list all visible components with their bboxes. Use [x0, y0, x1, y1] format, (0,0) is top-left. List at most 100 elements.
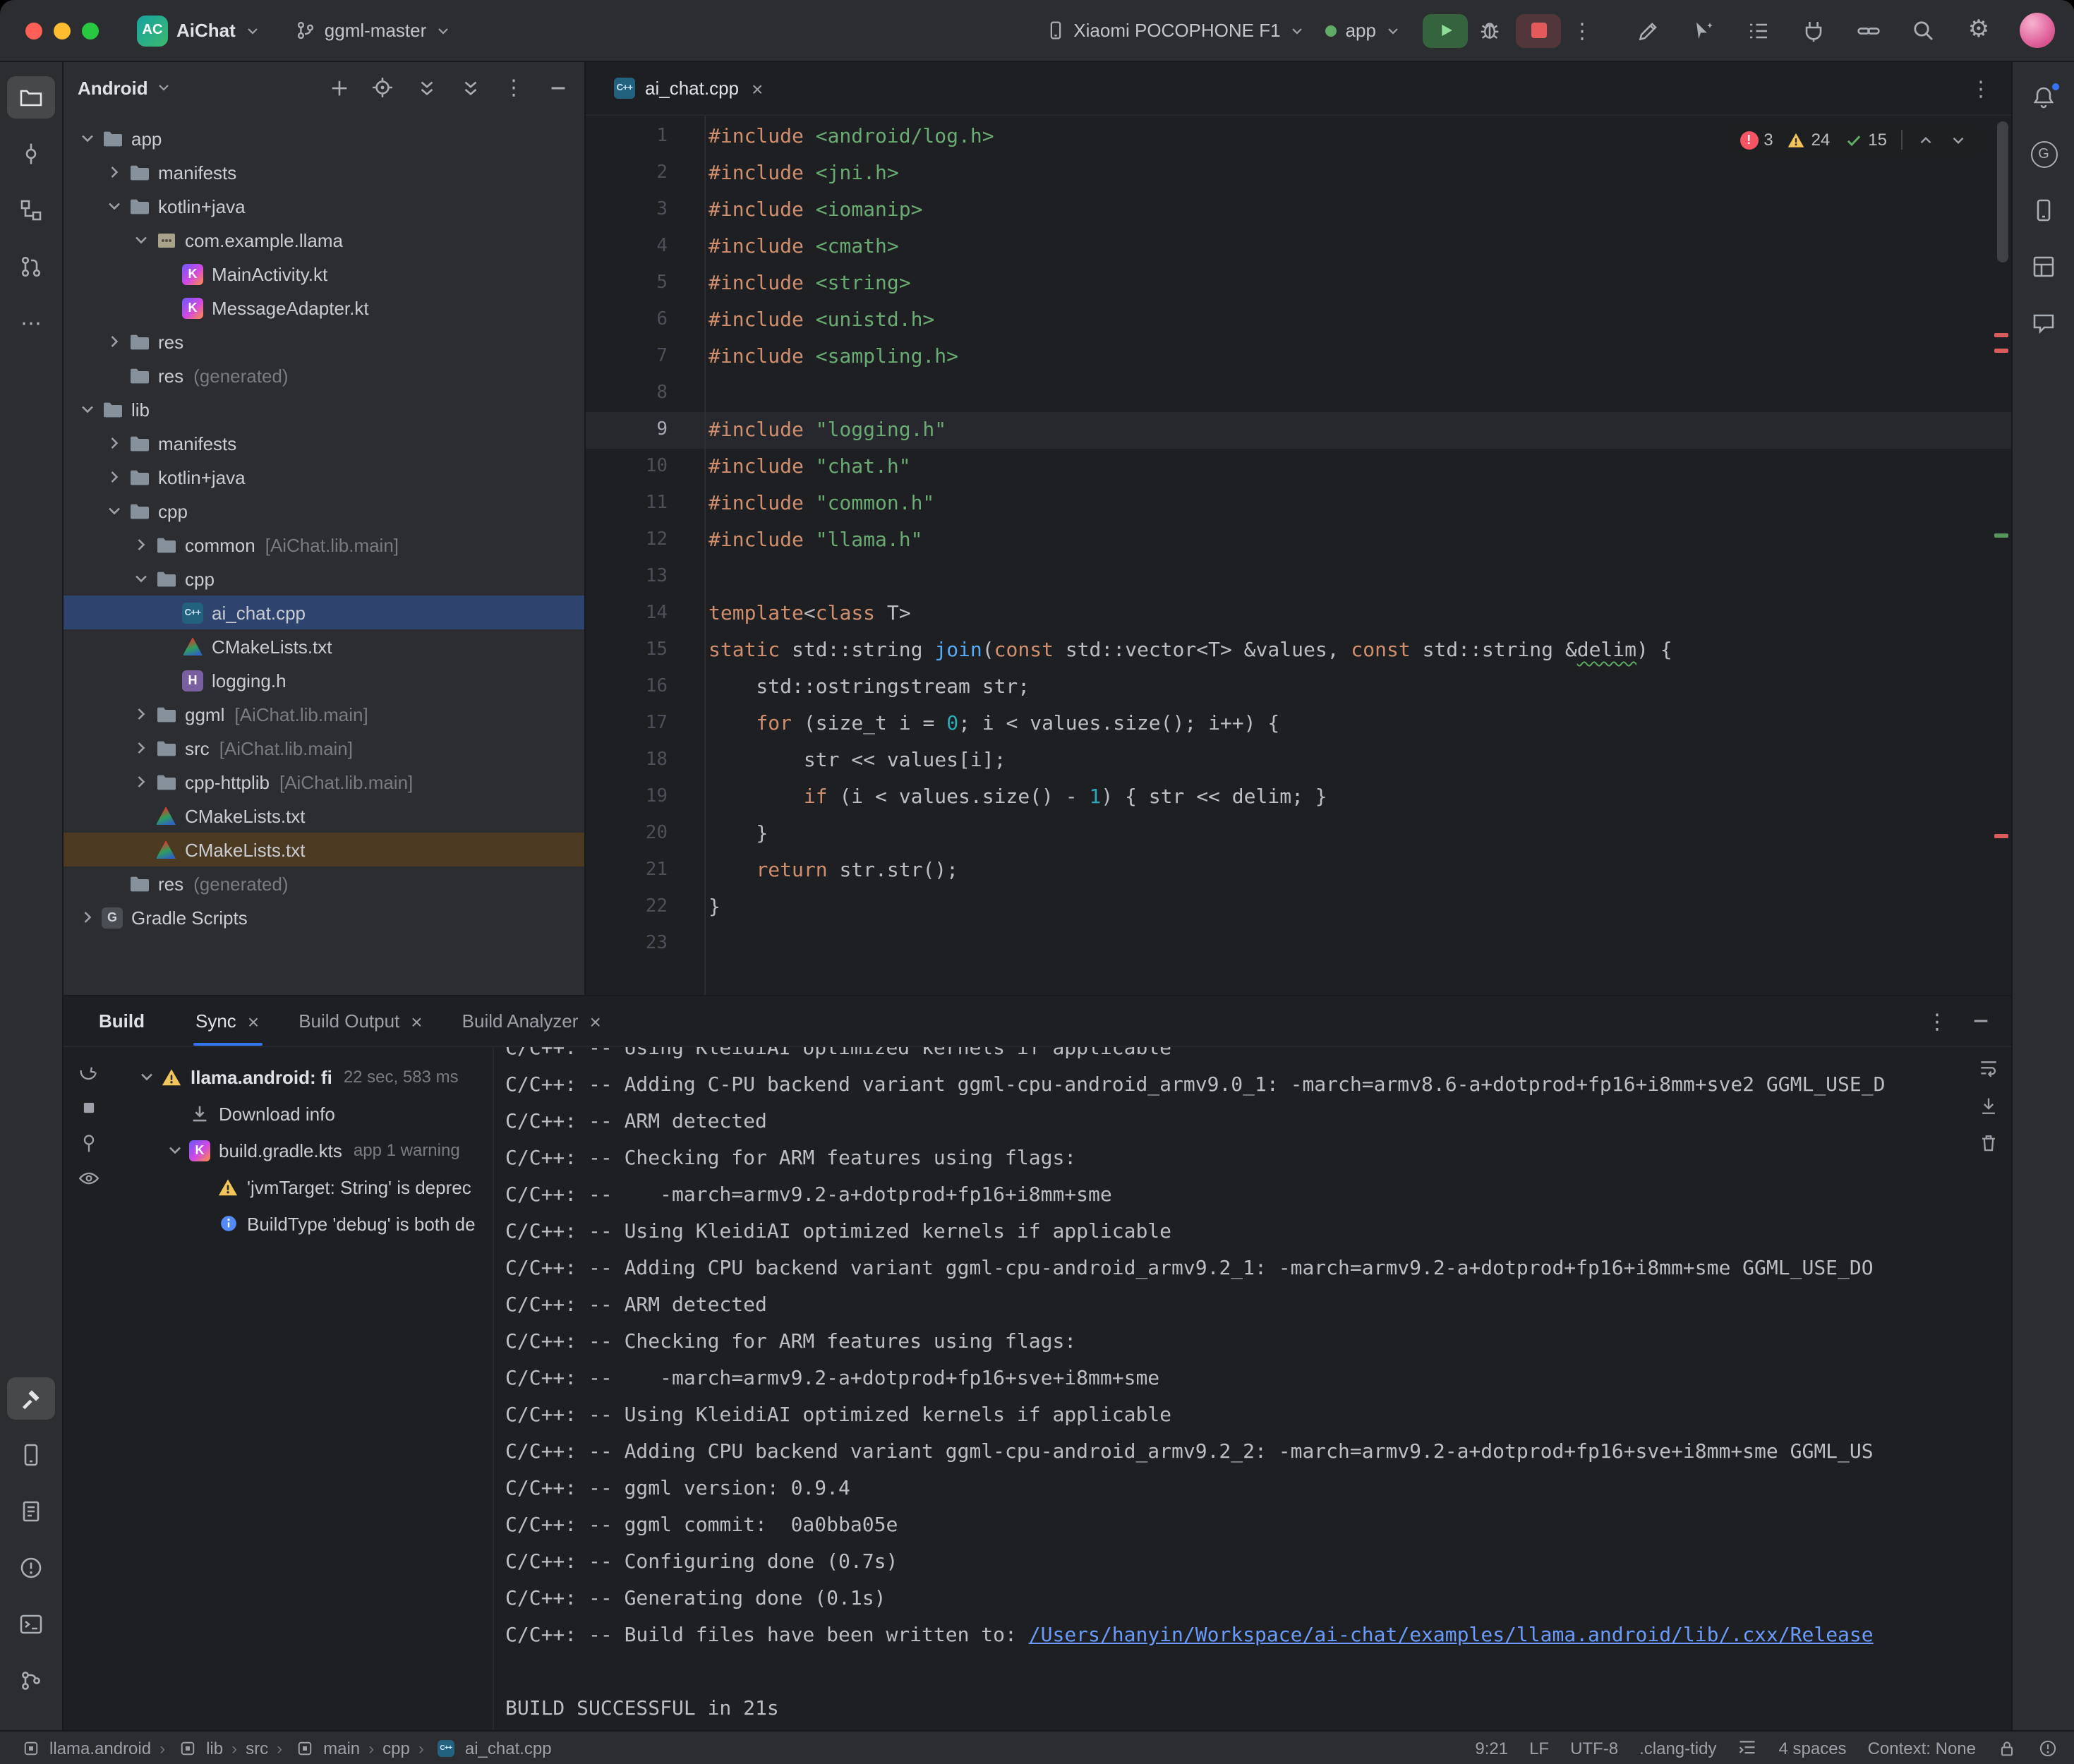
- code-line-22[interactable]: 22}: [586, 889, 2011, 926]
- breadcrumb-item-ai-chat-cpp[interactable]: C++ai_chat.cpp: [433, 1736, 552, 1759]
- project-widget[interactable]: AC AiChat: [127, 9, 271, 52]
- run-configuration-selector[interactable]: app: [1316, 14, 1411, 47]
- gradle-tool-icon[interactable]: G: [2020, 133, 2068, 175]
- more-options-icon[interactable]: ⋮: [501, 75, 526, 100]
- tree-item-lib[interactable]: lib: [64, 392, 584, 426]
- expand-all-icon[interactable]: [414, 75, 439, 100]
- problems-tool-icon[interactable]: [7, 1547, 55, 1589]
- build-tree-item[interactable]: Download info: [114, 1095, 493, 1132]
- caret-position[interactable]: 9:21: [1475, 1738, 1508, 1758]
- build-tree-item[interactable]: llama.android: fi22 sec, 583 ms: [114, 1058, 493, 1095]
- more-run-actions-button[interactable]: ⋮: [1561, 13, 1603, 47]
- indent-style[interactable]: 4 spaces: [1779, 1738, 1847, 1758]
- hide-panel-icon[interactable]: [1970, 1010, 1991, 1032]
- chevron-right-icon[interactable]: [128, 737, 152, 759]
- build-panel-title[interactable]: Build: [99, 1010, 145, 1032]
- chevron-down-icon[interactable]: [162, 1139, 186, 1161]
- device-selector[interactable]: Xiaomi POCOPHONE F1: [1035, 14, 1315, 47]
- build-tab-build-analyzer[interactable]: Build Analyzer×: [445, 996, 618, 1046]
- tree-item-gradle-scripts[interactable]: GGradle Scripts: [64, 900, 584, 934]
- tree-item-messageadapter-kt[interactable]: KMessageAdapter.kt: [64, 291, 584, 325]
- code-line-8[interactable]: 8: [586, 375, 2011, 412]
- code-line-7[interactable]: 7#include <sampling.h>: [586, 339, 2011, 375]
- close-tab-icon[interactable]: ×: [411, 1010, 422, 1032]
- error-stripe-mark[interactable]: [1994, 333, 2008, 337]
- tree-item-app[interactable]: app: [64, 121, 584, 155]
- code-editor[interactable]: 1#include <android/log.h>2#include <jni.…: [586, 116, 2011, 995]
- build-tab-sync[interactable]: Sync×: [179, 996, 276, 1046]
- tree-item-kotlin-java[interactable]: kotlin+java: [64, 460, 584, 494]
- commit-tool-icon[interactable]: [7, 133, 55, 175]
- code-line-10[interactable]: 10#include "chat.h": [586, 449, 2011, 485]
- logcat-tool-icon[interactable]: [7, 1490, 55, 1533]
- code-line-18[interactable]: 18 str << values[i];: [586, 742, 2011, 779]
- tree-item-cpp[interactable]: cpp: [64, 562, 584, 596]
- chevron-right-icon[interactable]: [128, 533, 152, 556]
- error-stripe-mark[interactable]: [1994, 349, 2008, 353]
- task-list-icon[interactable]: [1744, 16, 1773, 44]
- locate-file-icon[interactable]: [370, 75, 395, 100]
- scroll-to-end-icon[interactable]: [1977, 1095, 2000, 1118]
- tab-options-icon[interactable]: ⋮: [1970, 75, 1991, 101]
- warning-count[interactable]: 24: [1787, 130, 1831, 150]
- more-tool-windows-icon[interactable]: ⋯: [7, 302, 55, 344]
- tree-item-ggml[interactable]: ggml[AiChat.lib.main]: [64, 697, 584, 731]
- breadcrumb-item-src[interactable]: src: [246, 1738, 268, 1758]
- close-tab-icon[interactable]: ×: [248, 1010, 259, 1032]
- chevron-down-icon[interactable]: [102, 500, 126, 522]
- error-count[interactable]: !3: [1740, 130, 1773, 150]
- chevron-right-icon[interactable]: [128, 703, 152, 725]
- tree-item-manifests[interactable]: manifests: [64, 155, 584, 189]
- more-options-icon[interactable]: ⋮: [1927, 1008, 1948, 1034]
- soft-wrap-icon[interactable]: [1977, 1058, 2000, 1081]
- status-info-icon[interactable]: [2038, 1738, 2058, 1758]
- vcs-branch-widget[interactable]: ggml-master: [285, 14, 462, 47]
- code-line-4[interactable]: 4#include <cmath>: [586, 229, 2011, 265]
- tree-item-kotlin-java[interactable]: kotlin+java: [64, 189, 584, 223]
- build-tree-item[interactable]: 'jvmTarget: String' is deprec: [114, 1168, 493, 1205]
- settings-gear-icon[interactable]: ⚙: [1965, 16, 1993, 44]
- code-line-15[interactable]: 15static std::string join(const std::vec…: [586, 632, 2011, 669]
- code-line-13[interactable]: 13: [586, 559, 2011, 596]
- close-tab-icon[interactable]: ×: [752, 77, 763, 99]
- tree-item-cmakelists-txt[interactable]: CMakeLists.txt: [64, 833, 584, 866]
- code-line-21[interactable]: 21 return str.str();: [586, 852, 2011, 889]
- breadcrumb-item-lib[interactable]: lib: [174, 1736, 223, 1759]
- version-control-tool-icon[interactable]: [7, 1660, 55, 1702]
- tree-item-ai-chat-cpp[interactable]: C++ai_chat.cpp: [64, 596, 584, 629]
- tree-item-cmakelists-txt[interactable]: CMakeLists.txt: [64, 629, 584, 663]
- console-file-link[interactable]: /Users/hanyin/Workspace/ai-chat/examples…: [1029, 1624, 1874, 1647]
- chevron-right-icon[interactable]: [102, 161, 126, 183]
- clear-console-icon[interactable]: [1977, 1132, 2000, 1154]
- lock-icon[interactable]: [1997, 1738, 2017, 1758]
- chevron-right-icon[interactable]: [102, 432, 126, 454]
- chevron-down-icon[interactable]: [75, 398, 99, 421]
- project-view-selector[interactable]: Android: [78, 77, 172, 98]
- collapse-all-icon[interactable]: [457, 75, 483, 100]
- editor-scrollbar[interactable]: [1997, 121, 2008, 262]
- pull-requests-tool-icon[interactable]: [7, 246, 55, 288]
- tree-item-cpp-httplib[interactable]: cpp-httplib[AiChat.lib.main]: [64, 765, 584, 799]
- code-line-17[interactable]: 17 for (size_t i = 0; i < values.size();…: [586, 706, 2011, 742]
- structure-tool-icon[interactable]: [7, 189, 55, 231]
- line-separator[interactable]: LF: [1529, 1738, 1549, 1758]
- close-tab-icon[interactable]: ×: [589, 1010, 601, 1032]
- hide-panel-icon[interactable]: [545, 75, 570, 100]
- terminal-tool-icon[interactable]: [7, 1603, 55, 1645]
- chevron-down-icon[interactable]: [75, 127, 99, 150]
- link-icon[interactable]: [1855, 16, 1883, 44]
- edit-icon[interactable]: [1634, 16, 1663, 44]
- tree-item-logging-h[interactable]: Hlogging.h: [64, 663, 584, 697]
- code-line-20[interactable]: 20 }: [586, 816, 2011, 852]
- code-line-3[interactable]: 3#include <iomanip>: [586, 192, 2011, 229]
- stop-button[interactable]: [1516, 13, 1561, 47]
- file-encoding[interactable]: UTF-8: [1570, 1738, 1618, 1758]
- debug-button[interactable]: [1468, 13, 1510, 47]
- minimize-window-button[interactable]: [54, 22, 71, 39]
- user-avatar[interactable]: [2020, 13, 2055, 48]
- device-manager-tool-icon[interactable]: [2020, 189, 2068, 231]
- code-analyzer[interactable]: .clang-tidy: [1639, 1738, 1716, 1758]
- code-line-16[interactable]: 16 std::ostringstream str;: [586, 669, 2011, 706]
- chevron-right-icon[interactable]: [75, 906, 99, 929]
- run-button[interactable]: [1423, 13, 1468, 47]
